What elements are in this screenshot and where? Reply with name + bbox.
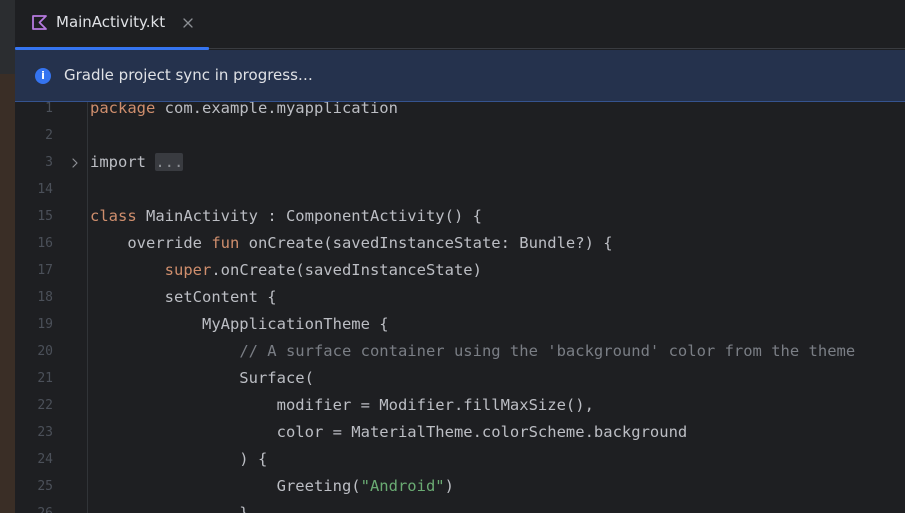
code-line[interactable]: 26 } [15,500,905,513]
code-text: super.onCreate(savedInstanceState) [90,257,482,284]
folded-imports-placeholder[interactable]: ... [155,153,184,171]
code-token: "Android" [360,477,445,495]
code-line[interactable]: 3 import ... [15,149,905,176]
code-token: } [90,504,249,513]
line-number: 25 [37,479,53,494]
line-number: 14 [37,182,53,197]
code-text: class MainActivity : ComponentActivity()… [90,203,482,230]
editor-tab-bar: MainActivity.kt [15,0,905,50]
code-token: modifier = Modifier.fillMaxSize(), [90,396,594,414]
code-line[interactable]: 18 setContent { [15,284,905,311]
code-text: MyApplicationTheme { [90,311,389,338]
code-line[interactable]: 22 modifier = Modifier.fillMaxSize(), [15,392,905,419]
line-number: 19 [37,317,53,332]
code-text: // A surface container using the 'backgr… [90,338,855,365]
left-tool-strip-accent [0,74,15,513]
kotlin-file-icon [31,14,48,31]
code-text: color = MaterialTheme.colorScheme.backgr… [90,419,688,446]
code-text: setContent { [90,284,277,311]
code-token: MainActivity : ComponentActivity() { [136,207,482,225]
info-icon: i [35,68,51,84]
chevron-right-icon[interactable] [70,155,80,169]
line-number: 23 [37,425,53,440]
left-tool-strip [0,0,15,513]
code-text: import ... [90,149,184,176]
line-number: 1 [45,102,53,116]
code-token: onCreate(savedInstanceState: Bundle?) { [239,234,613,252]
code-text: } [90,500,249,513]
line-number: 22 [37,398,53,413]
line-number: 17 [37,263,53,278]
tab-label: MainActivity.kt [56,13,166,31]
line-number: 2 [45,128,53,143]
code-token: fun [201,234,240,252]
code-token: super [164,261,212,279]
tab-main-activity[interactable]: MainActivity.kt [15,0,209,50]
code-token: import [90,153,146,171]
code-line[interactable]: 17 super.onCreate(savedInstanceState) [15,257,905,284]
banner-message: Gradle project sync in progress… [64,66,313,84]
line-number: 15 [37,209,53,224]
line-number: 20 [37,344,53,359]
code-line[interactable]: 23 color = MaterialTheme.colorScheme.bac… [15,419,905,446]
line-number: 21 [37,371,53,386]
code-line[interactable]: 16 override fun onCreate(savedInstanceSt… [15,230,905,257]
code-line[interactable]: 2 [15,122,905,149]
code-line[interactable]: 21 Surface( [15,365,905,392]
code-token: class [90,207,137,225]
code-line[interactable]: 14 [15,176,905,203]
code-line[interactable]: 15 class MainActivity : ComponentActivity… [15,203,905,230]
code-token: setContent { [90,288,277,306]
code-token: color = MaterialTheme.colorScheme.backgr… [90,423,688,441]
code-text: modifier = Modifier.fillMaxSize(), [90,392,594,419]
code-text: Surface( [90,365,314,392]
line-number: 24 [37,452,53,467]
sync-notification-banner: i Gradle project sync in progress… [15,50,905,102]
code-editor[interactable]: 1 package com.example.myapplication 2 3 impo… [15,102,905,513]
code-text: package com.example.myapplication [90,102,398,122]
code-text: override fun onCreate(savedInstanceState… [90,230,613,257]
code-token: ) { [90,450,268,468]
code-line[interactable]: 1 package com.example.myapplication [15,102,905,122]
code-token: Surface( [90,369,314,387]
code-token: MyApplicationTheme { [90,315,389,333]
code-token: ) [444,477,454,495]
code-line[interactable]: 20 // A surface container using the 'bac… [15,338,905,365]
line-number: 3 [45,155,53,170]
code-text: Greeting("Android") [90,473,454,500]
code-line[interactable]: 19 MyApplicationTheme { [15,311,905,338]
code-token: package [90,102,156,117]
close-icon[interactable] [181,15,195,29]
code-text: ) { [90,446,267,473]
code-token: override [90,234,202,252]
code-token: .onCreate(savedInstanceState) [211,261,482,279]
code-line[interactable]: 25 Greeting("Android") [15,473,905,500]
code-token: com.example.myapplication [155,102,398,117]
code-line[interactable]: 24 ) { [15,446,905,473]
code-token: // A surface container using the 'backgr… [239,342,856,360]
code-token: Greeting( [90,477,361,495]
line-number: 26 [15,500,53,513]
line-number: 18 [37,290,53,305]
line-number: 16 [37,236,53,251]
